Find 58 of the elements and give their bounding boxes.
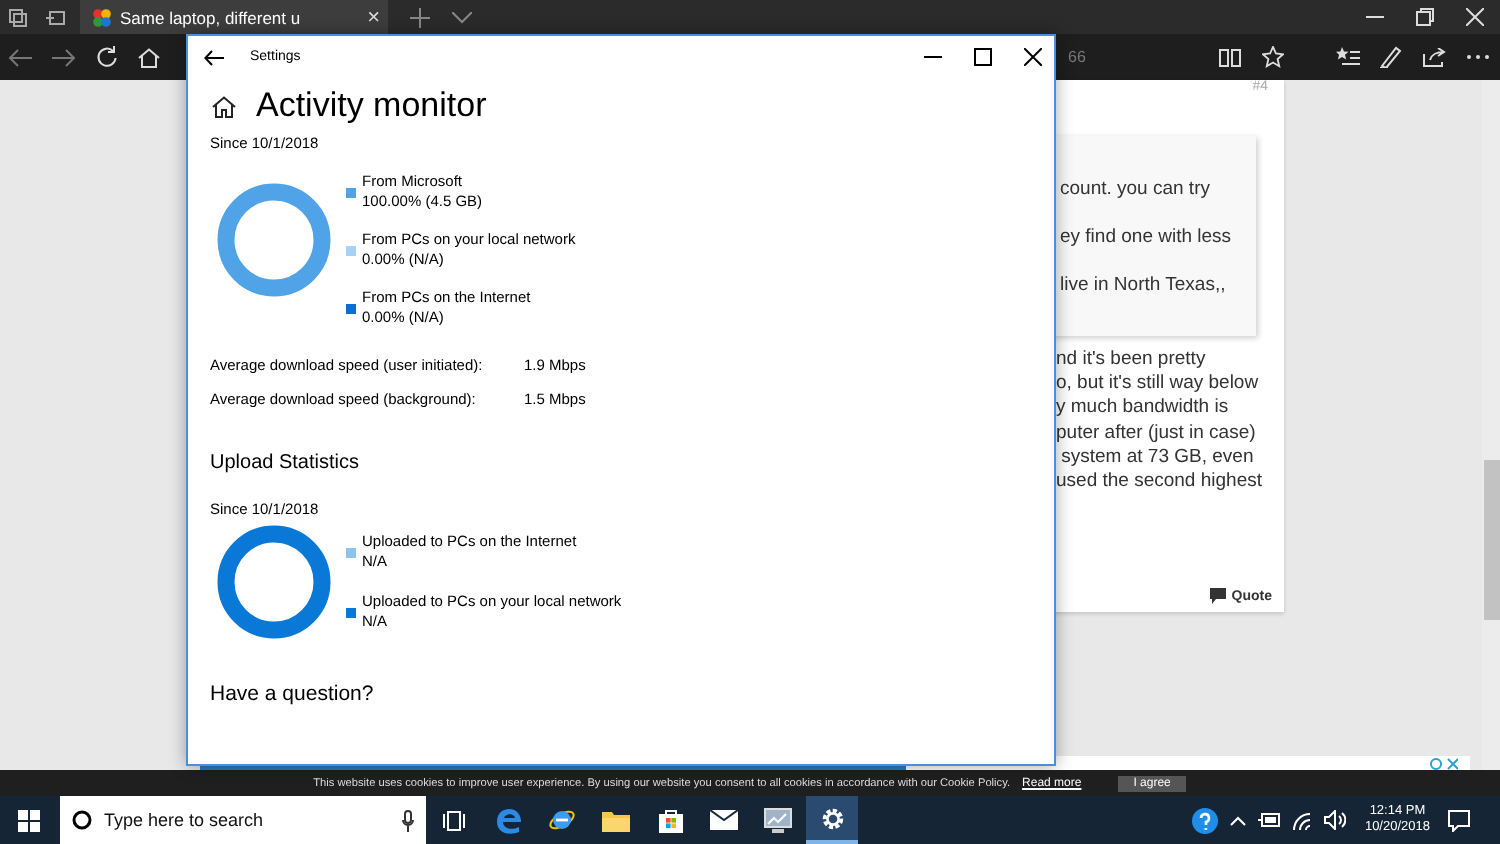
back-arrow-icon[interactable] xyxy=(204,49,224,65)
donut-chart xyxy=(214,180,334,300)
post-text: system at 73 GB, even xyxy=(1059,445,1256,471)
post-text: puter after (just in case) xyxy=(1056,421,1258,446)
notification-icon[interactable] xyxy=(1448,809,1470,831)
post-text: used the second highest xyxy=(1056,470,1264,495)
scrollbar-thumb[interactable] xyxy=(1484,460,1500,620)
windows-start-icon[interactable] xyxy=(18,809,40,831)
pen-icon[interactable] xyxy=(1380,46,1402,68)
quote-text: live in North Texas,, xyxy=(1060,272,1228,298)
home-icon[interactable] xyxy=(212,95,236,117)
tab-close-button[interactable]: × xyxy=(367,5,380,29)
quote-text: ey find one with less xyxy=(1060,224,1234,250)
restore-icon[interactable] xyxy=(1416,8,1434,26)
task-view-icon xyxy=(442,809,466,831)
chevron-up-icon[interactable] xyxy=(1230,815,1247,825)
battery-icon[interactable] xyxy=(1258,812,1281,828)
scrollbar[interactable] xyxy=(1482,80,1500,770)
internet-explorer-icon xyxy=(548,806,576,834)
favorites-list-icon[interactable] xyxy=(1336,46,1360,68)
speech-bubble-icon xyxy=(1209,588,1226,604)
site-logo-icon xyxy=(92,7,112,27)
quote-text: count. you can try xyxy=(1060,176,1212,202)
tabs-aside-icon[interactable] xyxy=(8,7,28,27)
page-heading: Activity monitor xyxy=(256,86,487,126)
book-icon[interactable] xyxy=(1218,47,1242,67)
edge-browser-icon xyxy=(495,807,521,833)
folder-icon xyxy=(602,809,630,831)
microphone-icon[interactable] xyxy=(402,809,414,831)
gear-icon xyxy=(819,805,845,831)
post-text: o, but it's still way below xyxy=(1056,372,1261,397)
chevron-down-icon[interactable] xyxy=(452,11,472,23)
post-text: nd it's been pretty xyxy=(1056,348,1208,373)
speaker-icon[interactable] xyxy=(1324,810,1347,830)
star-icon[interactable] xyxy=(1262,46,1284,68)
envelope-icon xyxy=(710,810,738,830)
ad-info-icon[interactable] xyxy=(1430,757,1458,769)
address-bar[interactable]: 66 xyxy=(1048,48,1208,66)
maximize-icon[interactable] xyxy=(974,48,992,66)
donut-chart xyxy=(214,522,334,642)
monitor-icon xyxy=(764,807,792,833)
section-heading: Have a question? xyxy=(210,682,376,706)
help-icon[interactable] xyxy=(1192,807,1219,833)
taskbar-search-field[interactable]: Type here to search xyxy=(60,796,426,844)
shopping-bag-icon xyxy=(657,807,683,833)
new-tab-icon[interactable] xyxy=(410,7,430,27)
forward-arrow-icon[interactable] xyxy=(52,47,76,67)
refresh-icon[interactable] xyxy=(96,46,118,68)
circle-icon xyxy=(72,810,92,830)
post-text: y much bandwidth is xyxy=(1056,396,1231,422)
close-icon[interactable] xyxy=(1024,48,1042,66)
browser-tab[interactable]: Same laptop, different u × xyxy=(80,0,388,34)
tab-preview-icon[interactable] xyxy=(46,7,66,27)
share-icon[interactable] xyxy=(1422,47,1446,67)
taskbar-app-button[interactable] xyxy=(806,796,858,844)
wifi-icon[interactable] xyxy=(1292,811,1313,829)
section-heading: Upload Statistics xyxy=(210,452,361,474)
more-icon[interactable] xyxy=(1466,54,1490,60)
